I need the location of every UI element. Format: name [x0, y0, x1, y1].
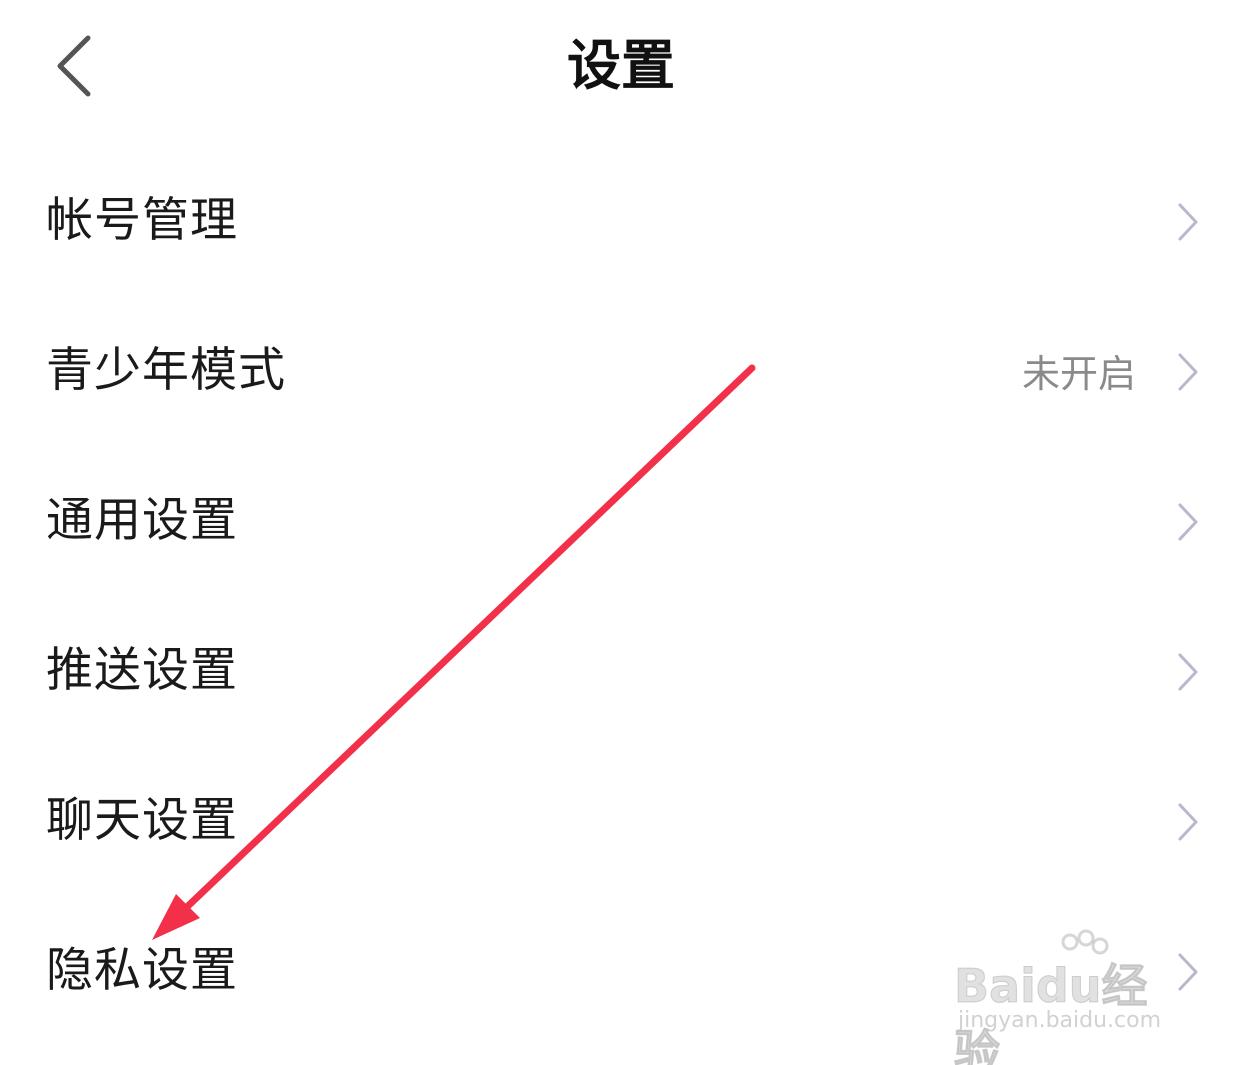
chevron-right-icon: [1178, 353, 1198, 391]
settings-item-teen-mode[interactable]: 青少年模式 未开启: [0, 297, 1242, 447]
chevron-right-icon: [1178, 203, 1198, 241]
settings-item-label: 推送设置: [46, 643, 238, 698]
settings-item-privacy[interactable]: 隐私设置: [0, 897, 1242, 1047]
settings-item-push[interactable]: 推送设置: [0, 597, 1242, 747]
chevron-right-icon: [1178, 953, 1198, 991]
chevron-right-icon: [1178, 653, 1198, 691]
settings-item-general[interactable]: 通用设置: [0, 447, 1242, 597]
chevron-right-icon: [1178, 503, 1198, 541]
settings-item-label: 隐私设置: [46, 943, 238, 998]
settings-item-account[interactable]: 帐号管理: [0, 147, 1242, 297]
chevron-right-icon: [1178, 803, 1198, 841]
settings-item-label: 通用设置: [46, 493, 238, 548]
teen-mode-status: 未开启: [1021, 352, 1136, 396]
header-bar: 设置: [0, 0, 1242, 140]
settings-item-label: 帐号管理: [46, 193, 238, 248]
settings-list: 帐号管理 青少年模式 未开启 通用设置 推送设置 聊天设置 隐私设置: [0, 147, 1242, 1047]
page-title: 设置: [567, 34, 675, 97]
settings-item-chat[interactable]: 聊天设置: [0, 747, 1242, 897]
settings-item-label: 青少年模式: [46, 343, 286, 398]
settings-item-label: 聊天设置: [46, 793, 238, 848]
